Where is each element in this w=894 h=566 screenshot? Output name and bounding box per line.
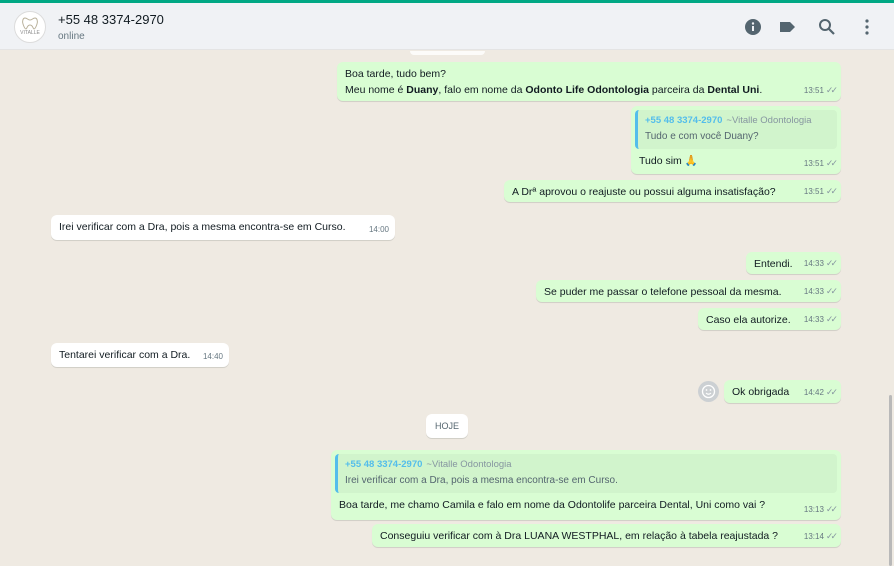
message-outgoing[interactable]: Caso ela autorize. 14:33 ✓✓ — [698, 308, 841, 330]
info-icon[interactable] — [742, 16, 764, 38]
message-outgoing[interactable]: Ok obrigada 14:42 ✓✓ — [724, 380, 841, 403]
message-outgoing-reply[interactable]: +55 48 3374-2970 ~Vitalle Odontologia Ire… — [331, 450, 841, 520]
label-icon[interactable] — [776, 16, 798, 38]
read-ticks-icon: ✓✓ — [825, 504, 838, 514]
praying-hands-emoji-icon: 🙏 — [684, 155, 698, 167]
message-outgoing[interactable]: Entendi. 14:33 ✓✓ — [746, 252, 841, 274]
message-outgoing[interactable]: Se puder me passar o telefone pessoal da… — [536, 280, 841, 302]
read-ticks-icon: ✓✓ — [825, 387, 838, 397]
message-incoming[interactable]: Irei verificar com a Dra, pois a mesma e… — [51, 215, 395, 240]
message-incoming[interactable]: Tentarei verificar com a Dra. 14:40 — [51, 343, 229, 367]
message-outgoing[interactable]: A Drª aprovou o reajuste ou possui algum… — [504, 180, 841, 202]
message-meta: 14:42 ✓✓ — [803, 387, 838, 397]
avatar[interactable]: VITALLE — [14, 11, 46, 43]
chat-header[interactable]: VITALLE +55 48 3374-2970 online — [0, 3, 894, 50]
read-ticks-icon: ✓✓ — [825, 85, 838, 95]
message-meta: 13:51 ✓✓ — [803, 186, 838, 196]
message-meta: 14:33 ✓✓ — [803, 286, 838, 296]
emoji-reaction-icon[interactable] — [698, 381, 719, 402]
message-text: Conseguiu verificar com à Dra LUANA WEST… — [380, 530, 779, 542]
read-ticks-icon: ✓✓ — [825, 531, 838, 541]
contact-name[interactable]: +55 48 3374-2970 — [58, 12, 164, 27]
contact-status: online — [58, 31, 85, 42]
previous-message-stub — [410, 51, 485, 55]
menu-icon[interactable] — [856, 16, 878, 38]
quoted-message[interactable]: +55 48 3374-2970 ~Vitalle Odontologia Ire… — [335, 454, 837, 493]
message-meta: 14:33 ✓✓ — [803, 314, 838, 324]
message-meta: 13:13 ✓✓ — [803, 504, 838, 514]
message-meta: 14:33 ✓✓ — [803, 258, 838, 268]
read-ticks-icon: ✓✓ — [825, 158, 838, 168]
read-ticks-icon: ✓✓ — [825, 186, 838, 196]
message-meta: 13:51 ✓✓ — [803, 85, 838, 95]
message-meta: 14:40 — [202, 352, 223, 361]
message-meta: 13:51 ✓✓ — [803, 158, 838, 168]
date-divider: HOJE — [426, 414, 468, 438]
message-text: Irei verificar com a Dra, pois a mesma e… — [59, 221, 346, 233]
message-text: Tudo sim — [639, 155, 682, 167]
quoted-message[interactable]: +55 48 3374-2970 ~Vitalle Odontologia Tud… — [635, 110, 837, 149]
message-text: Tentarei verificar com a Dra. — [59, 349, 191, 361]
message-text: Boa tarde, me chamo Camila e falo em nom… — [339, 499, 766, 511]
avatar-logo-text: VITALLE — [20, 30, 40, 36]
message-meta: 14:00 — [368, 225, 389, 234]
message-text: A Drª aprovou o reajuste ou possui algum… — [512, 186, 776, 198]
message-outgoing[interactable]: Boa tarde, tudo bem? Meu nome é Duany, f… — [337, 62, 841, 101]
read-ticks-icon: ✓✓ — [825, 314, 838, 324]
message-meta: 13:14 ✓✓ — [803, 531, 838, 541]
message-outgoing-reply[interactable]: +55 48 3374-2970 ~Vitalle Odontologia Tud… — [631, 106, 841, 174]
message-text-line: Meu nome é Duany, falo em nome da Odonto… — [345, 84, 763, 96]
chat-scrollbar[interactable] — [889, 395, 892, 566]
read-ticks-icon: ✓✓ — [825, 258, 838, 268]
message-text: Boa tarde, tudo bem? — [345, 68, 446, 80]
search-icon[interactable] — [816, 16, 838, 38]
message-outgoing[interactable]: Conseguiu verificar com à Dra LUANA WEST… — [372, 524, 841, 547]
message-text: Se puder me passar o telefone pessoal da… — [544, 286, 782, 298]
read-ticks-icon: ✓✓ — [825, 286, 838, 296]
tooth-logo-icon — [22, 17, 38, 30]
